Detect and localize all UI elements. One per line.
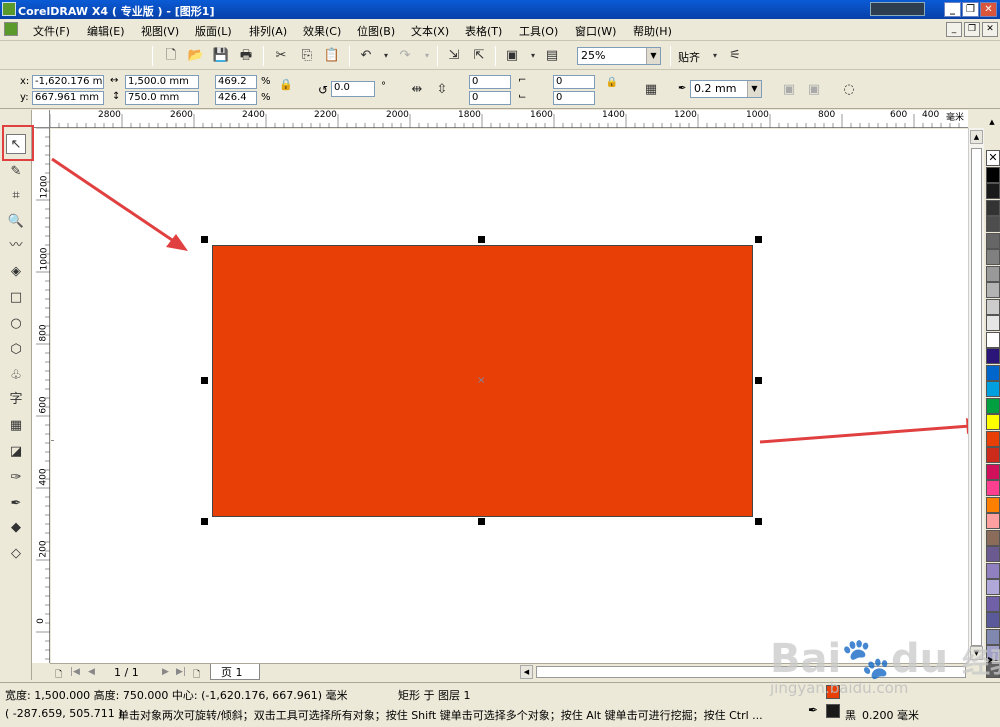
palette-swatch[interactable] (986, 579, 1000, 595)
palette-swatch[interactable] (986, 166, 1000, 183)
palette-swatch[interactable] (986, 496, 1000, 513)
scroll-thumb[interactable] (971, 148, 982, 646)
last-page-icon[interactable]: ▶| (176, 667, 186, 677)
palette-swatch[interactable] (986, 265, 1000, 282)
palette-swatch[interactable] (986, 430, 1000, 447)
previous-page-icon[interactable]: ◀ (88, 667, 95, 677)
page-counter: 1 / 1 (114, 666, 139, 679)
palette-swatch[interactable] (986, 595, 1000, 612)
status-hint: 单击对象两次可旋转/倾斜；双击工具可选择所有对象；按住 Shift 键单击可选择… (118, 709, 763, 722)
palette-swatch[interactable] (986, 364, 1000, 381)
object-layer-info: 矩形 于 图层 1 (398, 689, 471, 702)
scroll-left-icon[interactable]: ◀ (520, 665, 533, 679)
palette-swatch[interactable] (986, 249, 1000, 265)
palette-swatch[interactable] (986, 463, 1000, 480)
palette-swatch[interactable] (986, 232, 1000, 249)
palette-swatch[interactable] (986, 397, 1000, 414)
vertical-scrollbar[interactable]: ▲ ▼ (968, 128, 984, 663)
no-color-swatch[interactable]: ✕ (986, 150, 1000, 166)
palette-swatch[interactable] (986, 199, 1000, 216)
palette-swatch[interactable] (986, 546, 1000, 562)
add-page-after-icon[interactable]: 🗋 (193, 667, 200, 683)
cursor-coordinates: ( -287.659, 505.711 ) (5, 707, 123, 720)
palette-swatch[interactable] (986, 562, 1000, 579)
palette-swatch[interactable] (986, 282, 1000, 298)
page-tab[interactable]: 页 1 (210, 664, 260, 680)
watermark-brand: Bai🐾du 经验 (770, 636, 1000, 682)
palette-swatch[interactable] (986, 480, 1000, 496)
palette-swatch[interactable] (986, 414, 1000, 430)
palette-swatch[interactable] (986, 513, 1000, 529)
annotation-arrow-palette (759, 424, 971, 444)
palette-swatch[interactable] (986, 216, 1000, 232)
scroll-up-icon[interactable]: ▲ (970, 130, 983, 144)
page-tab-label: 页 1 (221, 666, 243, 679)
palette-swatch[interactable] (986, 348, 1000, 364)
paw-icon: 🐾 (841, 636, 892, 682)
watermark-url: jingyan.baidu.com (770, 679, 909, 697)
palette-swatch[interactable] (986, 183, 1000, 199)
first-page-icon[interactable]: |◀ (70, 667, 80, 677)
object-dimensions: 宽度: 1,500.000 高度: 750.000 中心: (-1,620.17… (5, 689, 348, 702)
palette-swatch[interactable] (986, 298, 1000, 315)
palette-swatch[interactable] (986, 447, 1000, 463)
palette-swatch[interactable] (986, 315, 1000, 331)
palette-swatch[interactable] (986, 529, 1000, 546)
baidu-watermark: Bai🐾du 经验 jingyan.baidu.com (760, 615, 1000, 727)
palette-scroll-up-icon[interactable]: ▲ (986, 118, 998, 128)
palette-swatch[interactable] (986, 381, 1000, 397)
palette-swatch[interactable] (986, 331, 1000, 348)
add-page-icon[interactable]: 🗋 (55, 667, 62, 683)
annotation-arrow-tool (51, 157, 179, 246)
next-page-icon[interactable]: ▶ (162, 667, 169, 677)
